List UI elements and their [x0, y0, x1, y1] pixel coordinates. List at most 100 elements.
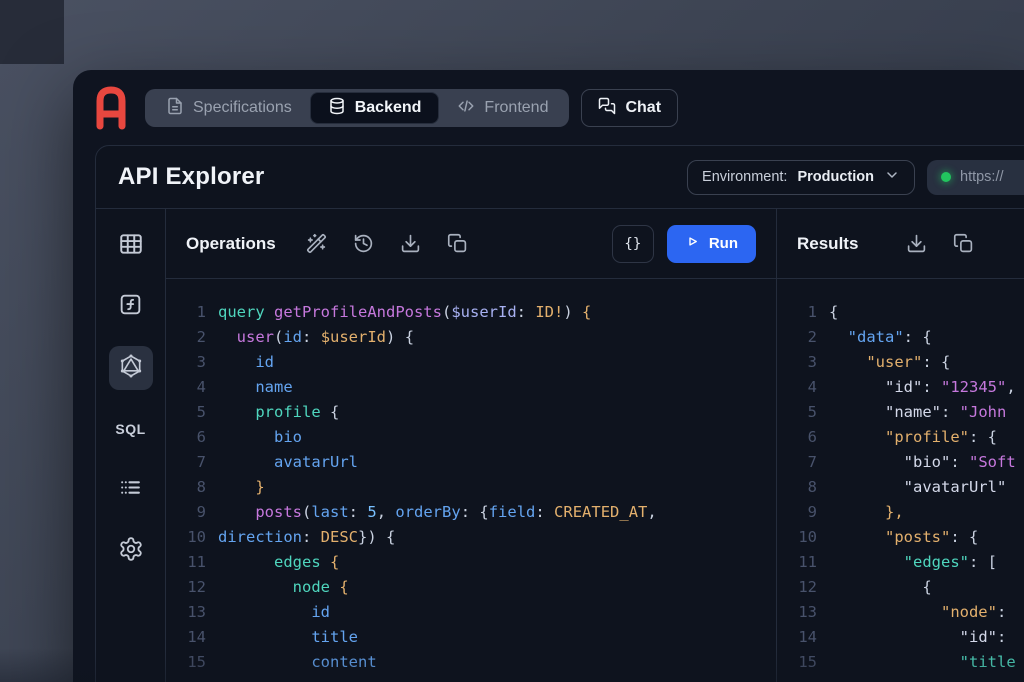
code-line: 8 } [166, 475, 776, 500]
function-icon [118, 292, 143, 322]
code-line: 7 "bio": "Soft [777, 450, 1024, 475]
code-line: 3 "user": { [777, 350, 1024, 375]
line-number: 3 [180, 350, 206, 375]
results-viewer[interactable]: 1{2 "data": {3 "user": {4 "id": "12345",… [777, 279, 1024, 682]
sidebar-rail: SQL [96, 209, 166, 682]
endpoint-url-text: https:// [960, 169, 1004, 185]
code-line: 3 id [166, 350, 776, 375]
code-text: "node": [829, 600, 1006, 625]
line-number: 15 [791, 650, 817, 675]
magic-wand-icon[interactable] [306, 233, 327, 254]
code-line: 2 user(id: $userId) { [166, 325, 776, 350]
code-line: 1query getProfileAndPosts($userId: ID!) … [166, 300, 776, 325]
code-text: title [218, 625, 358, 650]
results-panel: Results [776, 209, 1024, 682]
code-text: user(id: $userId) { [218, 325, 414, 350]
code-line: 6 "profile": { [777, 425, 1024, 450]
table-icon [118, 231, 144, 262]
results-toolbar: Results [777, 209, 1024, 279]
code-text: } [218, 475, 265, 500]
copy-icon[interactable] [953, 233, 974, 254]
code-text: name [218, 375, 293, 400]
explorer-header: API Explorer Environment: Production htt… [96, 146, 1024, 209]
code-text: "edges": [ [829, 550, 997, 575]
sidebar-item-list[interactable] [109, 468, 153, 512]
code-line: 5 "name": "John [777, 400, 1024, 425]
chat-icon [598, 97, 616, 120]
operations-title: Operations [186, 234, 276, 254]
tab-specifications[interactable]: Specifications [149, 93, 309, 123]
code-text: { [829, 575, 932, 600]
database-icon [328, 97, 346, 120]
code-line: 10 "posts": { [777, 525, 1024, 550]
code-text: profile { [218, 400, 339, 425]
endpoint-url[interactable]: https:// [927, 160, 1024, 195]
code-line: 14 "id": [777, 625, 1024, 650]
query-editor[interactable]: 1query getProfileAndPosts($userId: ID!) … [166, 279, 776, 682]
variables-button[interactable]: {} [612, 225, 654, 263]
sidebar-item-functions[interactable] [109, 285, 153, 329]
line-number: 1 [180, 300, 206, 325]
explorer-body: SQL [96, 209, 1024, 682]
tab-backend[interactable]: Backend [311, 93, 439, 123]
background-corner [0, 0, 64, 64]
tab-frontend[interactable]: Frontend [440, 93, 565, 123]
code-text: "posts": { [829, 525, 978, 550]
line-number: 10 [791, 525, 817, 550]
line-number: 13 [791, 600, 817, 625]
code-text: node { [218, 575, 349, 600]
line-number: 15 [180, 650, 206, 675]
code-line: 11 edges { [166, 550, 776, 575]
code-line: 4 "id": "12345", [777, 375, 1024, 400]
line-number: 5 [791, 400, 817, 425]
line-number: 1 [791, 300, 817, 325]
chat-button[interactable]: Chat [581, 89, 678, 127]
sidebar-item-sql[interactable]: SQL [109, 407, 153, 451]
environment-select[interactable]: Environment: Production [687, 160, 915, 195]
code-line: 13 "node": [777, 600, 1024, 625]
download-icon[interactable] [400, 233, 421, 254]
code-text: "data": { [829, 325, 932, 350]
top-bar: Specifications Backend [73, 70, 1024, 146]
line-number: 9 [180, 500, 206, 525]
code-text: id [218, 600, 330, 625]
play-icon [685, 234, 700, 253]
status-dot [941, 172, 951, 182]
code-line: 14 title [166, 625, 776, 650]
sidebar-item-graphql[interactable] [109, 346, 153, 390]
line-number: 14 [180, 625, 206, 650]
sidebar-item-settings[interactable] [109, 529, 153, 573]
code-text: "avatarUrl" [829, 475, 1006, 500]
line-number: 4 [791, 375, 817, 400]
list-icon [118, 475, 143, 505]
download-icon[interactable] [906, 233, 927, 254]
chat-label: Chat [625, 99, 661, 117]
line-number: 9 [791, 500, 817, 525]
line-number: 12 [180, 575, 206, 600]
code-line: 1{ [777, 300, 1024, 325]
code-line: 9 posts(last: 5, orderBy: {field: CREATE… [166, 500, 776, 525]
document-icon [166, 97, 184, 120]
tab-label: Backend [355, 99, 422, 117]
tab-label: Specifications [193, 99, 292, 117]
history-icon[interactable] [353, 233, 374, 254]
line-number: 2 [791, 325, 817, 350]
run-button[interactable]: Run [667, 225, 756, 263]
operations-tools [306, 233, 468, 254]
code-text: direction: DESC}) { [218, 525, 395, 550]
graphql-icon [118, 353, 144, 384]
operations-panel: Operations [166, 209, 776, 682]
copy-icon[interactable] [447, 233, 468, 254]
code-text: "id": "12345", [829, 375, 1016, 400]
line-number: 4 [180, 375, 206, 400]
gear-icon [118, 536, 144, 567]
chevron-down-icon [884, 167, 900, 187]
line-number: 14 [791, 625, 817, 650]
code-line: 7 avatarUrl [166, 450, 776, 475]
line-number: 10 [180, 525, 206, 550]
code-text: "profile": { [829, 425, 997, 450]
code-text: edges { [218, 550, 339, 575]
sidebar-item-table[interactable] [109, 224, 153, 268]
code-icon [457, 97, 475, 120]
line-number: 12 [791, 575, 817, 600]
